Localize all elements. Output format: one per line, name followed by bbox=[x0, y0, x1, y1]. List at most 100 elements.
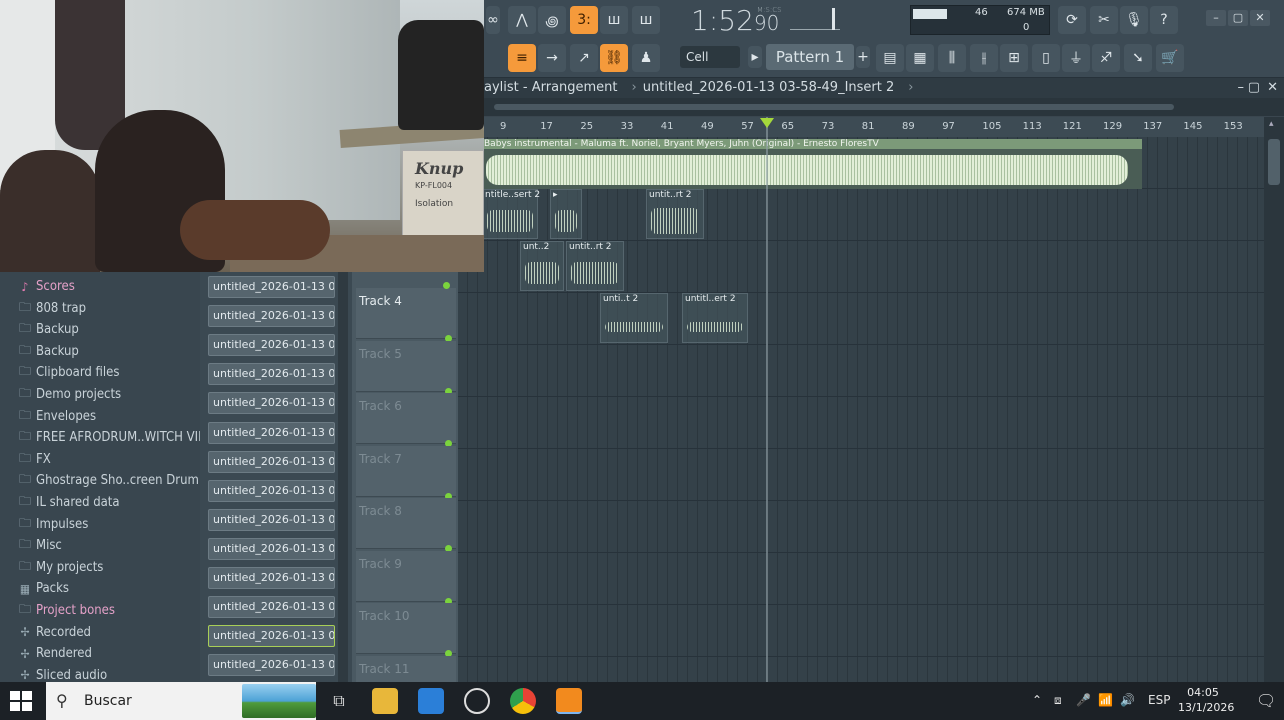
wifi-icon[interactable]: 📶 bbox=[1098, 693, 1113, 707]
faders-icon[interactable]: ⫲ bbox=[970, 44, 998, 72]
clip-list-item[interactable]: untitled_2026-01-13 03-... bbox=[208, 334, 335, 357]
file-icon[interactable]: ▯ bbox=[1032, 44, 1060, 72]
loop-record-icon[interactable]: ш bbox=[632, 6, 660, 34]
mixer-icon[interactable]: ⫼ bbox=[938, 44, 966, 72]
pattern-add-button[interactable]: + bbox=[856, 46, 870, 68]
lane-1[interactable]: Babys instrumental - Maluma ft. Noriel, … bbox=[458, 137, 1264, 189]
lane-3[interactable]: unt..2 untit..rt 2 bbox=[458, 241, 1264, 293]
clip-list-item[interactable]: untitled_2026-01-13 03-... bbox=[208, 625, 335, 648]
browser-item[interactable]: 🗀 FREE AFRODRUM..WITCH VIBEZ bbox=[18, 427, 200, 448]
help-icon[interactable]: ? bbox=[1150, 6, 1178, 34]
clip-list-item[interactable]: untitled_2026-01-13 03-... bbox=[208, 508, 335, 531]
track-header[interactable]: Track 8 bbox=[356, 498, 456, 552]
volume-icon[interactable]: 🔊 bbox=[1120, 693, 1135, 707]
stamp-icon[interactable]: ♟ bbox=[632, 44, 660, 72]
horizontal-scroll-thumb[interactable] bbox=[494, 104, 1174, 110]
lane-2[interactable]: ntitle..sert 2 ▸ untit..rt 2 bbox=[458, 189, 1264, 241]
tools-icon[interactable]: ✂ bbox=[1090, 6, 1118, 34]
vertical-scrollbar[interactable]: ▴ bbox=[1264, 117, 1284, 682]
browser-item[interactable]: 🗀 Ghostrage Sho..creen Drum Kit bbox=[18, 470, 200, 491]
clip-list-item[interactable]: untitled_2026-01-13 03-... bbox=[208, 363, 335, 386]
song-time-display[interactable]: 1:5290 M:S:CS bbox=[691, 4, 782, 37]
piano-roll-icon[interactable]: ▦ bbox=[906, 44, 934, 72]
lane-6[interactable] bbox=[458, 397, 1264, 449]
browser-item[interactable]: 🗀 Backup bbox=[18, 341, 79, 362]
performance-icon[interactable]: ♐ bbox=[1092, 44, 1120, 72]
metronome-icon[interactable]: ⋀ bbox=[508, 6, 536, 34]
clip-list-item[interactable]: untitled_2026-01-13 03-... bbox=[208, 537, 335, 560]
clip-list-item[interactable]: untitled_2026-01-13 03-... bbox=[208, 567, 335, 589]
browser-item[interactable]: 🗀 808 trap bbox=[18, 298, 86, 319]
lane-8[interactable] bbox=[458, 501, 1264, 553]
meet-now-icon[interactable]: ⧈ bbox=[1054, 693, 1062, 708]
lane-7[interactable] bbox=[458, 449, 1264, 501]
clip-list-item[interactable]: untitled_2026-01-13 03-... bbox=[208, 276, 335, 298]
task-view-icon[interactable]: ⧉ bbox=[326, 688, 352, 714]
panel-minimize-icon[interactable]: – bbox=[1238, 78, 1245, 98]
track-header[interactable]: Track 4 bbox=[356, 288, 456, 342]
browser-item[interactable]: ✢ Rendered bbox=[18, 643, 91, 664]
audio-clip[interactable]: unti..t 2 bbox=[600, 293, 668, 343]
snap-selector[interactable]: Cell bbox=[680, 46, 740, 68]
browser-item[interactable]: ♪ Scores bbox=[18, 276, 75, 297]
taskbar-clock[interactable]: 04:05 13/1/2026 bbox=[1178, 685, 1234, 715]
lane-10[interactable] bbox=[458, 605, 1264, 657]
browser-item[interactable]: ✢ Recorded bbox=[18, 622, 90, 643]
audio-clip[interactable]: ▸ bbox=[550, 189, 582, 239]
browser-item[interactable]: 🗀 Envelopes bbox=[18, 406, 96, 427]
audio-clip[interactable]: ntitle..sert 2 bbox=[482, 189, 540, 239]
pattern-selector[interactable]: Pattern 1 bbox=[766, 44, 854, 70]
clip-list-scrollbar[interactable] bbox=[338, 272, 348, 682]
browser-item[interactable]: 🗀 Misc bbox=[18, 535, 62, 556]
store-icon[interactable] bbox=[418, 688, 444, 714]
clip-list-item[interactable]: untitled_2026-01-13 03-... bbox=[208, 421, 335, 444]
browser-item[interactable]: 🗀 IL shared data bbox=[18, 492, 120, 513]
lane-4[interactable]: unti..t 2 untitl..ert 2 bbox=[458, 293, 1264, 345]
clip-list-item[interactable]: untitled_2026-01-13 03-... bbox=[208, 450, 335, 473]
browser-item[interactable]: 🗀 Impulses bbox=[18, 514, 88, 535]
track-header[interactable]: Track 9 bbox=[356, 550, 456, 605]
wait-input-icon[interactable]: ꩜ bbox=[538, 6, 566, 34]
clip-list-item[interactable]: untitled_2026-01-13 03-... bbox=[208, 596, 335, 619]
channel-rack-icon[interactable]: ▤ bbox=[876, 44, 904, 72]
track-header[interactable]: Track 10 bbox=[356, 603, 456, 657]
master-volume-handle[interactable] bbox=[832, 8, 835, 30]
browser-item[interactable]: 🗀 Backup bbox=[18, 319, 79, 340]
chrome-icon[interactable] bbox=[510, 688, 536, 714]
browser-item[interactable]: ✢ Sliced audio bbox=[18, 665, 107, 682]
audio-clip[interactable]: untit..rt 2 bbox=[646, 189, 704, 239]
mic-icon[interactable]: 🎙 bbox=[1120, 6, 1148, 34]
language-indicator[interactable]: ESP bbox=[1148, 693, 1170, 707]
clip-list-item[interactable]: untitled_2026-01-13 03-... bbox=[208, 479, 335, 502]
shop-icon[interactable]: 🛒 bbox=[1156, 44, 1184, 72]
playlist-grid[interactable]: Babys instrumental - Maluma ft. Noriel, … bbox=[458, 137, 1264, 682]
close-button[interactable]: ✕ bbox=[1250, 10, 1270, 26]
pattern-prev-icon[interactable]: ▸ bbox=[748, 46, 762, 68]
track-header[interactable]: Track 11 bbox=[356, 655, 456, 682]
refresh-icon[interactable]: ⟳ bbox=[1058, 6, 1086, 34]
browser-item[interactable]: 🗀 Clipboard files bbox=[18, 362, 120, 383]
file-explorer-icon[interactable] bbox=[372, 688, 398, 714]
audio-clip-main[interactable]: Babys instrumental - Maluma ft. Noriel, … bbox=[484, 139, 1142, 189]
browser-item[interactable]: 🗀 Project bones bbox=[18, 600, 115, 621]
clip-list-item[interactable]: untitled_2026-01-13 03-... bbox=[208, 305, 335, 328]
browser-item[interactable]: 🗀 My projects bbox=[18, 557, 103, 578]
track-header[interactable]: Track 6 bbox=[356, 393, 456, 447]
panel-maximize-icon[interactable]: ▢ bbox=[1248, 78, 1260, 98]
draw-icon[interactable]: ↗ bbox=[570, 44, 598, 72]
countdown-icon[interactable]: 3: bbox=[570, 6, 598, 34]
browser-item[interactable]: 🗀 Demo projects bbox=[18, 384, 121, 405]
clip-list-item[interactable]: untitled_2026-01-13 04-... bbox=[208, 654, 335, 677]
windows-start-icon[interactable] bbox=[10, 691, 32, 711]
taskbar-search-box[interactable]: ⚲ Buscar bbox=[46, 682, 316, 720]
master-volume-slider[interactable] bbox=[790, 8, 840, 30]
tempo-icon[interactable]: ∞ bbox=[486, 6, 500, 34]
playlist-icon[interactable]: ≡ bbox=[508, 44, 536, 72]
plugin-icon[interactable]: ⏚ bbox=[1062, 44, 1090, 72]
fl-studio-icon[interactable] bbox=[556, 688, 582, 714]
track-header[interactable]: Track 5 bbox=[356, 340, 456, 395]
link-icon[interactable]: ⛓ bbox=[600, 44, 628, 72]
minimize-button[interactable]: – bbox=[1206, 10, 1226, 26]
render-icon[interactable]: ➘ bbox=[1124, 44, 1152, 72]
track-mute-led[interactable] bbox=[443, 282, 450, 289]
